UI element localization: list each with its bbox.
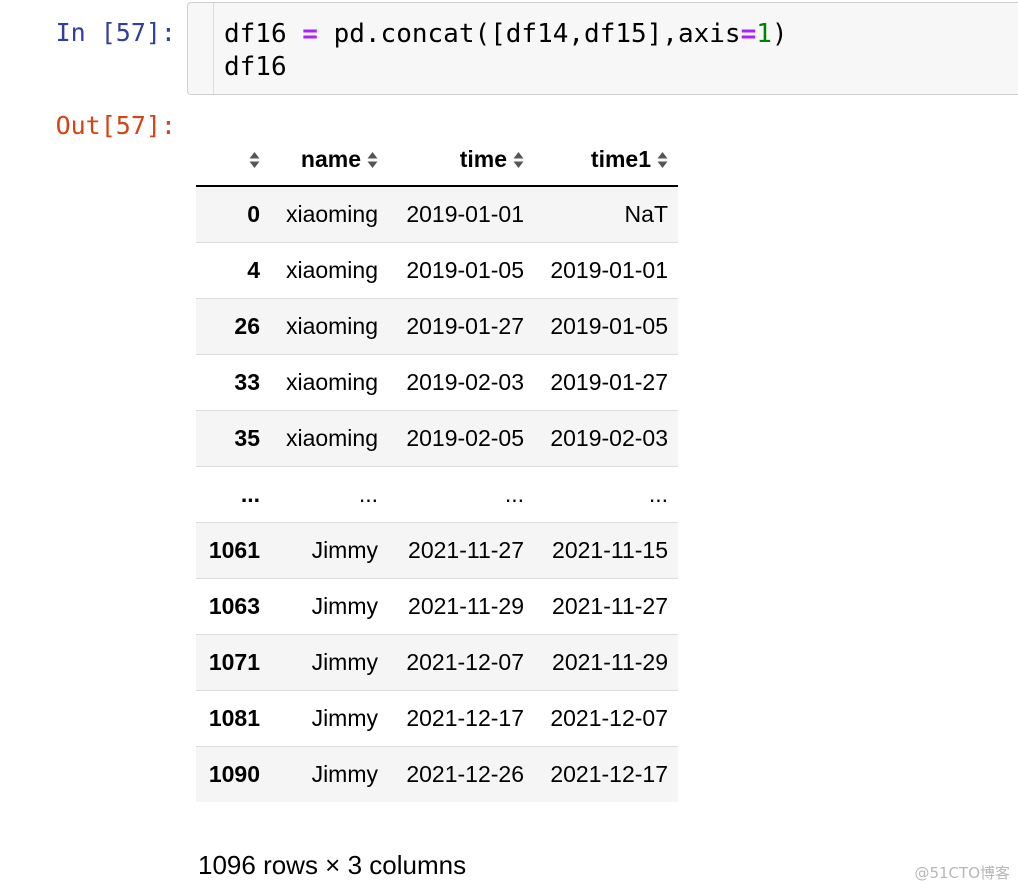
cell-time1: ... [648, 480, 668, 507]
cell-name: xiaoming [285, 368, 378, 395]
cell-name: Jimmy [311, 648, 378, 675]
cell-time: 2019-02-03 [406, 368, 524, 395]
cell-time: 2021-12-17 [406, 704, 524, 731]
cell-name: xiaoming [285, 312, 378, 339]
code-operator: = [740, 19, 757, 49]
code-number: 1 [756, 19, 772, 49]
code-editor[interactable]: df16 = pd.concat([df14,df15],axis=1) df1… [224, 18, 788, 84]
code-token: df16 [224, 19, 303, 49]
cell-time: ... [504, 480, 524, 507]
table-row: 1071 Jimmy 2021-12-07 2021-11-29 [196, 634, 678, 690]
row-index: 1061 [208, 536, 260, 563]
code-line: df16 [224, 52, 287, 82]
table-row: 1090 Jimmy 2021-12-26 2021-12-17 [196, 746, 678, 802]
output-prompt: Out[57]: [55, 111, 176, 140]
index-column-header[interactable] [196, 133, 270, 187]
cell-time1: 2021-11-15 [552, 536, 668, 563]
row-index: 1063 [208, 592, 260, 619]
cell-time1: NaT [624, 200, 668, 227]
table-row: 1081 Jimmy 2021-12-17 2021-12-07 [196, 690, 678, 746]
table-row: 0 xiaoming 2019-01-01 NaT [196, 186, 678, 242]
watermark: @51CTO博客 [914, 864, 1010, 882]
row-index: 1090 [208, 760, 260, 787]
column-header-label: time [459, 145, 507, 172]
cell-time: 2021-11-27 [408, 536, 524, 563]
sort-updown-icon[interactable] [249, 151, 260, 169]
cell-name: xiaoming [285, 200, 378, 227]
table-row: 1063 Jimmy 2021-11-29 2021-11-27 [196, 578, 678, 634]
cell-name: Jimmy [311, 704, 378, 731]
code-gutter [188, 3, 214, 94]
row-index: 33 [234, 368, 260, 395]
cell-time: 2019-01-01 [406, 200, 524, 227]
cell-time1: 2021-12-17 [550, 760, 668, 787]
table-row: 35 xiaoming 2019-02-05 2019-02-03 [196, 410, 678, 466]
code-token: ) [771, 19, 788, 49]
dataframe-shape-info: 1096 rows × 3 columns [198, 850, 467, 880]
cell-time1: 2019-01-27 [550, 368, 668, 395]
cell-time1: 2021-12-07 [550, 704, 668, 731]
row-index: 35 [234, 424, 260, 451]
time1-column-header[interactable]: time1 [534, 133, 678, 187]
cell-name: ... [358, 480, 378, 507]
cell-output: name time time1 0 xiaoming 2019-01-01 NaT 4 xia… [196, 133, 678, 802]
table-row: ............ [196, 466, 678, 522]
name-column-header[interactable]: name [270, 133, 388, 187]
code-cell-input[interactable]: df16 = pd.concat([df14,df15],axis=1) df1… [187, 2, 1018, 95]
cell-time1: 2019-02-03 [550, 424, 668, 451]
table-row: 4 xiaoming 2019-01-05 2019-01-01 [196, 242, 678, 298]
row-index: 0 [247, 200, 260, 227]
row-index: 26 [234, 312, 260, 339]
sort-updown-icon[interactable] [367, 151, 378, 169]
sort-updown-icon[interactable] [513, 151, 524, 169]
sort-updown-icon[interactable] [657, 151, 668, 169]
cell-time: 2019-01-05 [406, 256, 524, 283]
cell-time: 2021-11-29 [408, 592, 524, 619]
code-token: pd.concat([df14,df15],axis [317, 19, 741, 49]
table-row: 26 xiaoming 2019-01-27 2019-01-05 [196, 298, 678, 354]
cell-name: Jimmy [311, 760, 378, 787]
input-prompt: In [57]: [55, 18, 176, 47]
cell-time: 2019-01-27 [406, 312, 524, 339]
cell-time: 2019-02-05 [406, 424, 524, 451]
column-header-label: time1 [590, 145, 651, 172]
code-token: df16 [224, 52, 287, 82]
table-row: 33 xiaoming 2019-02-03 2019-01-27 [196, 354, 678, 410]
row-index: 4 [247, 256, 260, 283]
row-index: 1081 [208, 704, 260, 731]
table-row: 1061 Jimmy 2021-11-27 2021-11-15 [196, 522, 678, 578]
column-header-label: name [300, 145, 361, 172]
table-body: 0 xiaoming 2019-01-01 NaT 4 xiaoming 2019-01-0… [196, 186, 678, 802]
time-column-header[interactable]: time [388, 133, 534, 187]
cell-time1: 2021-11-29 [552, 648, 668, 675]
cell-name: xiaoming [285, 424, 378, 451]
cell-time1: 2021-11-27 [552, 592, 668, 619]
cell-name: Jimmy [311, 592, 378, 619]
code-operator: = [302, 19, 318, 49]
row-index: 1071 [208, 648, 260, 675]
cell-name: Jimmy [311, 536, 378, 563]
cell-time: 2021-12-07 [406, 648, 524, 675]
table-header-row: name time time1 [196, 133, 678, 187]
row-index: ... [240, 480, 260, 507]
cell-time: 2021-12-26 [406, 760, 524, 787]
cell-time1: 2019-01-01 [550, 256, 668, 283]
code-line: df16 = pd.concat([df14,df15],axis=1) [224, 19, 788, 49]
cell-time1: 2019-01-05 [550, 312, 668, 339]
dataframe-table: name time time1 0 xiaoming 2019-01-01 NaT 4 xia… [196, 133, 678, 802]
cell-name: xiaoming [285, 256, 378, 283]
